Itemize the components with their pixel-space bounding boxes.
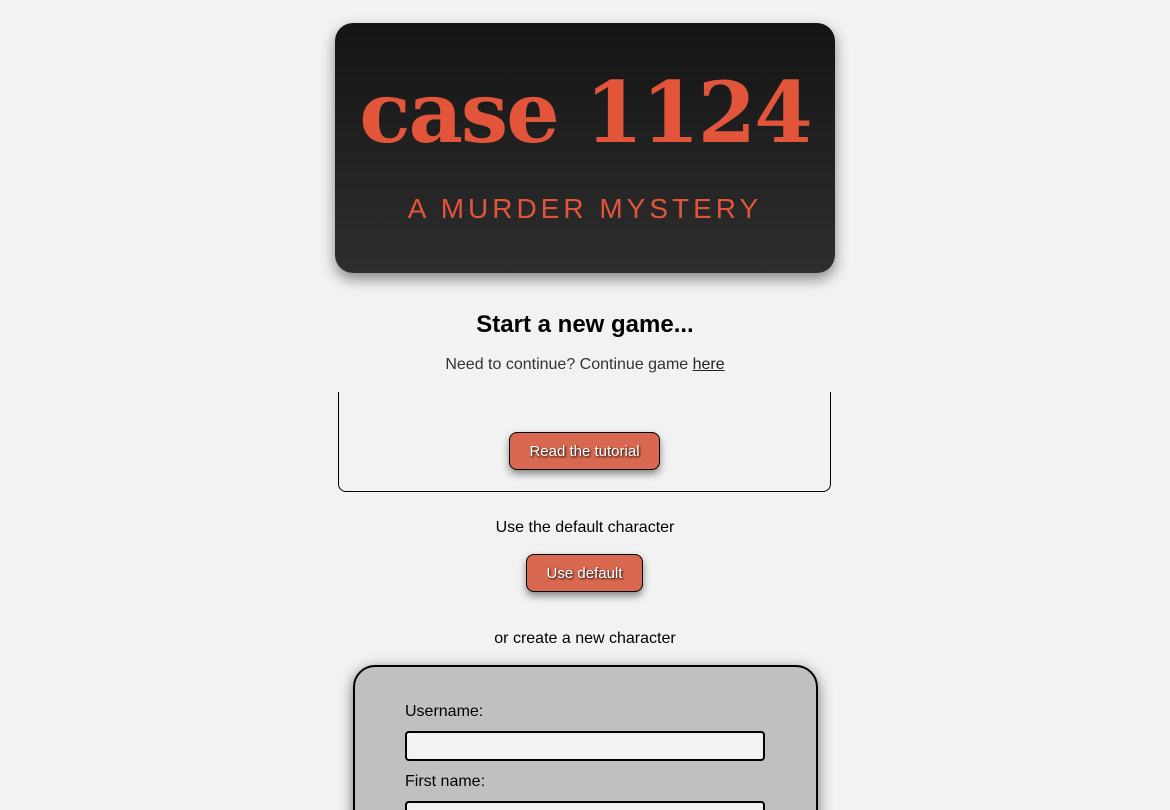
read-tutorial-button[interactable]: Read the tutorial <box>509 432 660 470</box>
page: case 1124 A MURDER MYSTERY Start a new g… <box>0 0 1170 810</box>
continue-game-text: Need to continue? Continue game <box>445 356 693 373</box>
first-name-field[interactable] <box>405 801 765 810</box>
game-subtitle: A MURDER MYSTERY <box>407 193 763 224</box>
continue-game-link[interactable]: here <box>693 356 725 373</box>
first-name-label: First name: <box>405 773 486 790</box>
create-character-label: or create a new character <box>494 630 676 647</box>
game-title: case 1124 <box>359 63 812 162</box>
username-field[interactable] <box>405 731 765 761</box>
continue-game-prompt: Need to continue? Continue game here <box>0 356 1170 374</box>
use-default-button[interactable]: Use default <box>526 554 643 592</box>
page-heading: Start a new game... <box>476 311 694 338</box>
username-label: Username: <box>405 703 484 720</box>
game-logo-banner: case 1124 A MURDER MYSTERY <box>335 23 835 273</box>
default-character-label: Use the default character <box>495 519 675 536</box>
character-form: Username: First name: <box>353 665 818 810</box>
